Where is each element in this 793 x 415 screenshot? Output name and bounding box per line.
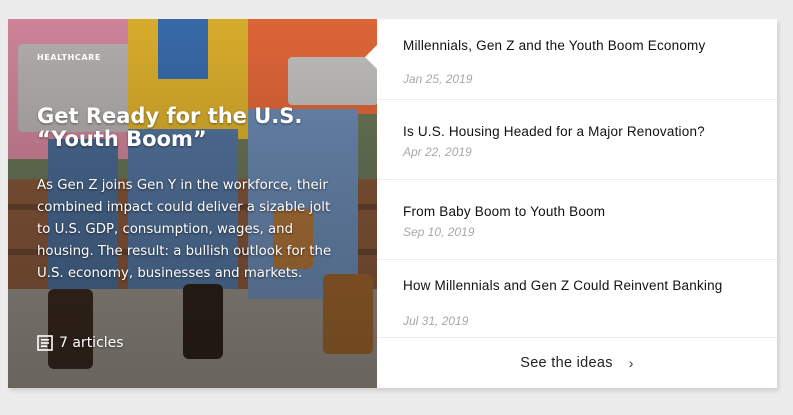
see-ideas-label: See the ideas (520, 354, 613, 371)
article-date: Sep 10, 2019 (403, 225, 475, 239)
article-date: Apr 22, 2019 (403, 145, 472, 159)
article-item[interactable]: Is U.S. Housing Headed for a Major Renov… (377, 100, 777, 180)
article-date: Jul 31, 2019 (403, 314, 469, 328)
see-ideas-link[interactable]: See the ideas › (377, 337, 777, 388)
article-title[interactable]: Is U.S. Housing Headed for a Major Renov… (403, 124, 733, 139)
article-list: Millennials, Gen Z and the Youth Boom Ec… (377, 19, 777, 388)
series-card: HEALTHCARE Get Ready for the U.S. “Youth… (8, 19, 777, 388)
article-item[interactable]: From Baby Boom to Youth Boom Sep 10, 201… (377, 180, 777, 260)
article-title[interactable]: How Millennials and Gen Z Could Reinvent… (403, 278, 733, 293)
hero-pointer (365, 45, 377, 69)
hero-title[interactable]: Get Ready for the U.S. “Youth Boom” (37, 105, 337, 151)
chevron-right-icon: › (628, 354, 634, 371)
article-title[interactable]: From Baby Boom to Youth Boom (403, 204, 733, 219)
article-item[interactable]: Millennials, Gen Z and the Youth Boom Ec… (377, 19, 777, 100)
document-icon (37, 335, 53, 351)
article-title[interactable]: Millennials, Gen Z and the Youth Boom Ec… (403, 38, 733, 53)
hero-panel[interactable]: HEALTHCARE Get Ready for the U.S. “Youth… (8, 19, 377, 388)
article-item[interactable]: How Millennials and Gen Z Could Reinvent… (377, 260, 777, 338)
article-count: 7 articles (37, 335, 124, 351)
article-date: Jan 25, 2019 (403, 72, 473, 86)
hero-description: As Gen Z joins Gen Y in the workforce, t… (37, 178, 332, 281)
category-tag: HEALTHCARE (37, 53, 101, 62)
article-count-label: 7 articles (59, 335, 124, 351)
